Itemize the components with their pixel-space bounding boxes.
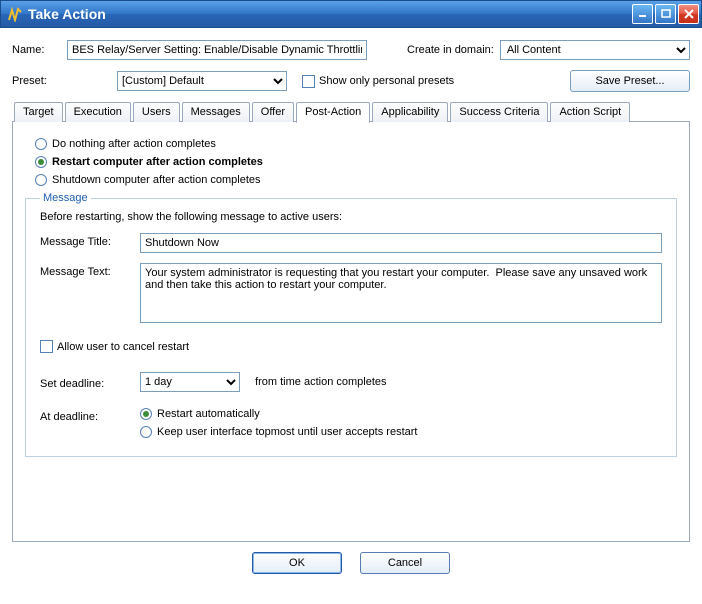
show-personal-checkbox[interactable]: Show only personal presets [302,75,454,88]
domain-label: Create in domain: [407,44,494,56]
radio-icon [140,408,152,420]
message-text-label: Message Text: [40,263,140,326]
radio-icon [35,156,47,168]
window-title: Take Action [28,6,632,22]
radio-deadline-keep-label: Keep user interface topmost until user a… [157,426,417,438]
allow-cancel-checkbox[interactable]: Allow user to cancel restart [40,340,189,353]
checkbox-icon [40,340,53,353]
tab-bar: Target Execution Users Messages Offer Po… [12,102,690,122]
radio-restart[interactable]: Restart computer after action completes [35,156,677,168]
tab-messages[interactable]: Messages [182,102,250,122]
message-title-label: Message Title: [40,233,140,253]
radio-do-nothing-label: Do nothing after action completes [52,138,216,150]
name-input[interactable] [67,40,367,60]
save-preset-button[interactable]: Save Preset... [570,70,690,92]
preset-label: Preset: [12,75,67,87]
deadline-suffix: from time action completes [255,376,386,388]
radio-icon [35,174,47,186]
show-personal-label: Show only personal presets [319,75,454,87]
deadline-select[interactable]: 1 day [140,372,240,392]
message-intro: Before restarting, show the following me… [40,211,662,223]
tab-content-post-action: Do nothing after action completes Restar… [12,122,690,542]
domain-select[interactable]: All Content [500,40,690,60]
radio-do-nothing[interactable]: Do nothing after action completes [35,138,677,150]
close-button[interactable] [678,4,699,24]
message-title-input[interactable] [140,233,662,253]
tab-post-action[interactable]: Post-Action [296,102,370,123]
message-legend: Message [40,192,91,204]
radio-shutdown-label: Shutdown computer after action completes [52,174,261,186]
app-icon [7,6,23,22]
radio-deadline-keep[interactable]: Keep user interface topmost until user a… [140,426,417,438]
checkbox-icon [302,75,315,88]
tab-action-script[interactable]: Action Script [550,102,630,122]
ok-button[interactable]: OK [252,552,342,574]
allow-cancel-label: Allow user to cancel restart [57,341,189,353]
tab-success-criteria[interactable]: Success Criteria [450,102,548,122]
maximize-button[interactable] [655,4,676,24]
tab-target[interactable]: Target [14,102,63,122]
tab-users[interactable]: Users [133,102,180,122]
tab-execution[interactable]: Execution [65,102,131,122]
tab-offer[interactable]: Offer [252,102,294,122]
radio-shutdown[interactable]: Shutdown computer after action completes [35,174,677,186]
radio-deadline-restart-label: Restart automatically [157,408,260,420]
radio-restart-label: Restart computer after action completes [52,156,263,168]
radio-icon [35,138,47,150]
message-fieldset: Message Before restarting, show the foll… [25,192,677,457]
tab-applicability[interactable]: Applicability [372,102,448,122]
radio-deadline-restart[interactable]: Restart automatically [140,408,417,420]
message-text-area[interactable] [140,263,662,323]
preset-select[interactable]: [Custom] Default [117,71,287,91]
dialog-footer: OK Cancel [12,542,690,580]
cancel-button[interactable]: Cancel [360,552,450,574]
deadline-label: Set deadline: [40,375,140,390]
minimize-button[interactable] [632,4,653,24]
at-deadline-label: At deadline: [40,408,140,438]
radio-icon [140,426,152,438]
window-titlebar: Take Action [0,0,702,28]
name-label: Name: [12,44,67,56]
